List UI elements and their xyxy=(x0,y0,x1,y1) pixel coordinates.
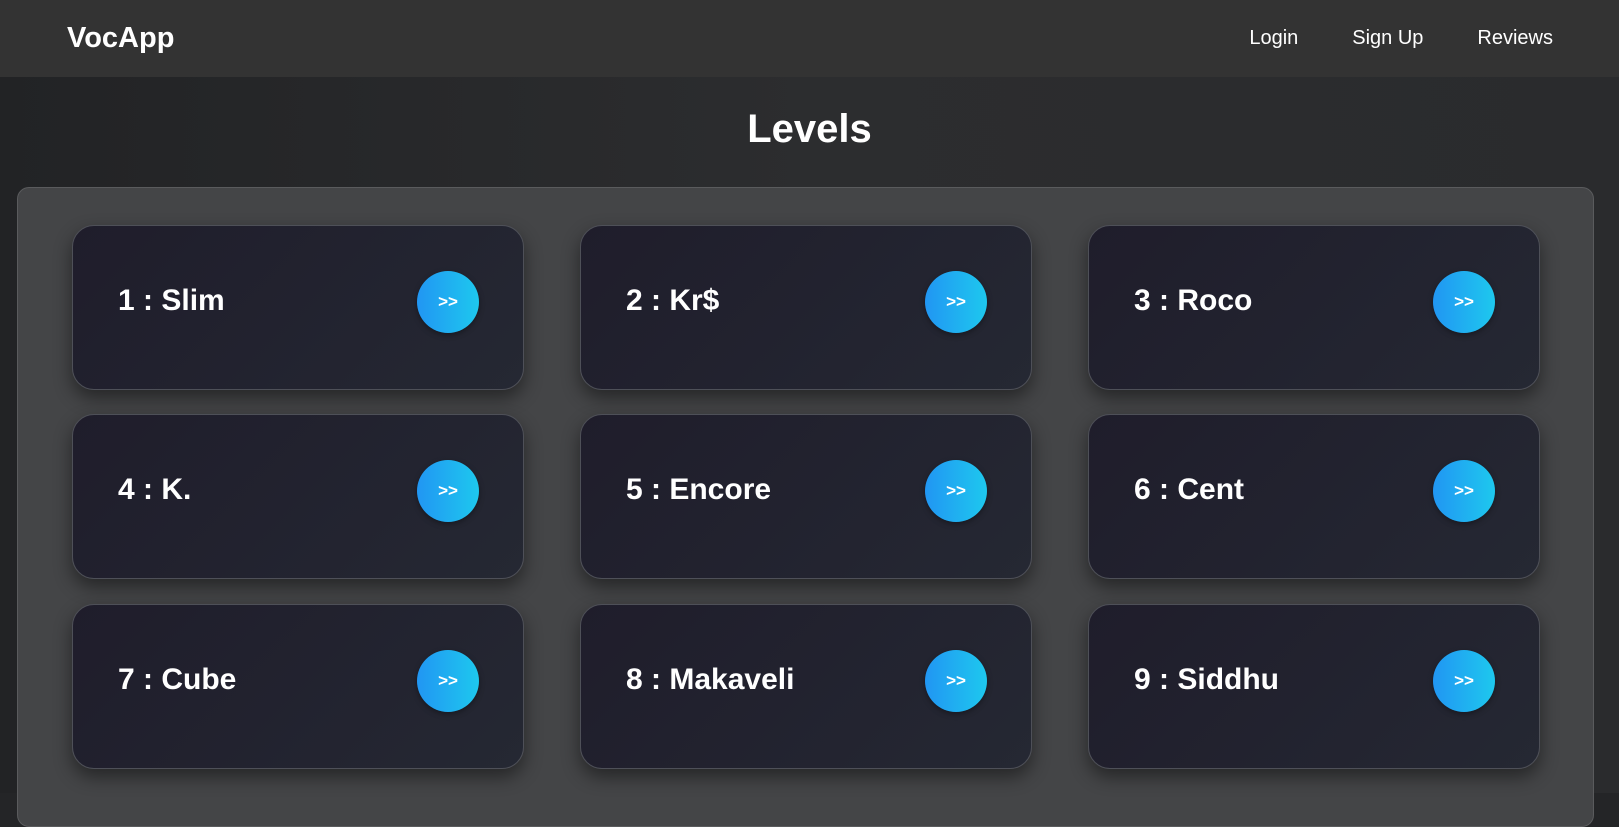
level-9-go-button[interactable]: >> xyxy=(1433,650,1495,712)
level-label: 2 : Kr$ xyxy=(626,284,720,317)
navbar: VocApp Login Sign Up Reviews xyxy=(0,0,1619,77)
level-5-go-button[interactable]: >> xyxy=(925,460,987,522)
level-label: 3 : Roco xyxy=(1134,284,1253,317)
level-card-2[interactable]: 2 : Kr$ >> xyxy=(580,225,1032,390)
level-1-go-button[interactable]: >> xyxy=(417,271,479,333)
level-label: 5 : Encore xyxy=(626,473,772,506)
level-2-go-button[interactable]: >> xyxy=(925,271,987,333)
level-label: 8 : Makaveli xyxy=(626,663,795,696)
level-8-go-button[interactable]: >> xyxy=(925,650,987,712)
level-card-3[interactable]: 3 : Roco >> xyxy=(1088,225,1540,390)
level-card-5[interactable]: 5 : Encore >> xyxy=(580,414,1032,579)
level-card-9[interactable]: 9 : Siddhu >> xyxy=(1088,604,1540,769)
level-4-go-button[interactable]: >> xyxy=(417,460,479,522)
level-card-7[interactable]: 7 : Cube >> xyxy=(72,604,524,769)
reviews-link[interactable]: Reviews xyxy=(1477,27,1553,50)
level-7-go-button[interactable]: >> xyxy=(417,650,479,712)
level-label: 9 : Siddhu xyxy=(1134,663,1279,696)
level-label: 1 : Slim xyxy=(118,284,225,317)
level-card-4[interactable]: 4 : K. >> xyxy=(72,414,524,579)
level-label: 7 : Cube xyxy=(118,663,237,696)
level-label: 4 : K. xyxy=(118,473,192,506)
level-label: 6 : Cent xyxy=(1134,473,1245,506)
login-link[interactable]: Login xyxy=(1249,27,1298,50)
level-card-6[interactable]: 6 : Cent >> xyxy=(1088,414,1540,579)
level-3-go-button[interactable]: >> xyxy=(1433,271,1495,333)
signup-link[interactable]: Sign Up xyxy=(1352,27,1423,50)
level-card-8[interactable]: 8 : Makaveli >> xyxy=(580,604,1032,769)
page-title: Levels xyxy=(747,107,872,151)
level-6-go-button[interactable]: >> xyxy=(1433,460,1495,522)
level-card-1[interactable]: 1 : Slim >> xyxy=(72,225,524,390)
nav-links: Login Sign Up Reviews xyxy=(1195,27,1553,50)
levels-panel: 1 : Slim >> 2 : Kr$ >> 3 : Roco >> 4 : K… xyxy=(17,187,1594,827)
brand-logo[interactable]: VocApp xyxy=(67,22,174,55)
